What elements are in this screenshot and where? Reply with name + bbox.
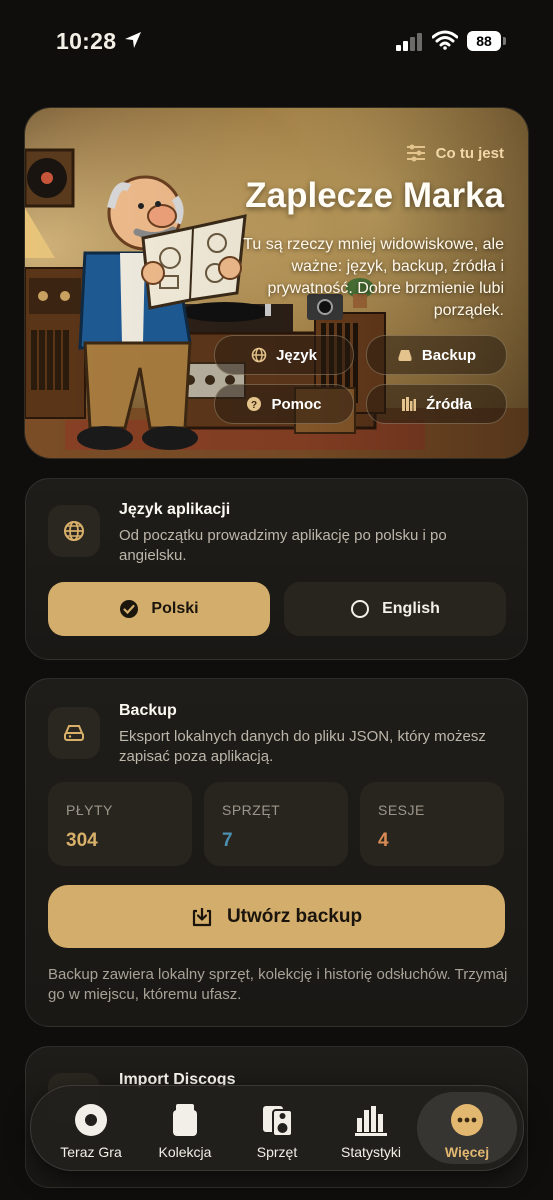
stat-records: PŁYTY 304 bbox=[48, 782, 192, 866]
chip-backup-label: Backup bbox=[421, 346, 477, 364]
backup-card-icon-tile bbox=[48, 707, 100, 759]
stat-sessions-value: 4 bbox=[378, 830, 389, 851]
download-tray-icon bbox=[192, 907, 212, 926]
tab-equipment[interactable]: Sprzęt bbox=[229, 1092, 325, 1164]
battery-level: 88 bbox=[467, 31, 501, 51]
battery-icon: 88 bbox=[467, 31, 507, 51]
chip-help[interactable]: ? Pomoc bbox=[214, 384, 354, 424]
tab-more[interactable]: Więcej bbox=[417, 1092, 517, 1164]
location-arrow-icon bbox=[125, 32, 141, 48]
tab-statistics[interactable]: Statystyki bbox=[323, 1092, 419, 1164]
language-option-polish[interactable]: Polski bbox=[48, 582, 270, 636]
tab-bar: Teraz Gra Kolekcja Sprzęt Statystyki Wię… bbox=[30, 1085, 524, 1171]
hero-hint[interactable]: Co tu jest bbox=[406, 144, 504, 162]
chip-language[interactable]: Język bbox=[214, 335, 354, 375]
language-card-description: Od początku prowadzimy aplikację po pols… bbox=[119, 527, 447, 564]
globe-icon bbox=[251, 347, 267, 363]
clock: 10:28 bbox=[56, 28, 117, 54]
stat-records-label: PŁYTY bbox=[66, 802, 113, 818]
tab-statistics-label: Statystyki bbox=[341, 1144, 401, 1160]
stat-equipment-label: SPRZĘT bbox=[222, 802, 281, 818]
language-card-icon-tile bbox=[48, 505, 100, 557]
stat-sessions-label: SESJE bbox=[378, 802, 425, 818]
backup-card: Backup Eksport lokalnych danych do pliku… bbox=[25, 678, 528, 1027]
svg-text:?: ? bbox=[251, 400, 257, 411]
tab-collection[interactable]: Kolekcja bbox=[137, 1092, 233, 1164]
status-bar: 10:28 88 bbox=[0, 0, 553, 80]
language-card-title: Język aplikacji bbox=[119, 501, 231, 518]
hero-hint-label: Co tu jest bbox=[435, 144, 504, 162]
create-backup-button[interactable]: Utwórz backup bbox=[48, 885, 505, 948]
backup-card-title: Backup bbox=[119, 702, 177, 719]
sliders-icon bbox=[406, 144, 425, 162]
backup-note: Backup zawiera lokalny sprzęt, kolekcję … bbox=[48, 966, 508, 1003]
speaker-icon bbox=[263, 1106, 293, 1137]
record-icon bbox=[75, 1104, 107, 1136]
stat-sessions: SESJE 4 bbox=[360, 782, 504, 866]
language-option-english[interactable]: English bbox=[284, 582, 506, 636]
chip-backup[interactable]: Backup bbox=[366, 335, 507, 375]
hero-description: Tu są rzeczy mniej widowiskowe, ale ważn… bbox=[243, 236, 504, 319]
globe-icon bbox=[64, 521, 84, 541]
drive-icon bbox=[398, 350, 412, 361]
more-icon bbox=[451, 1104, 483, 1136]
question-icon: ? bbox=[247, 397, 262, 411]
tab-equipment-label: Sprzęt bbox=[256, 1144, 298, 1160]
crate-icon bbox=[173, 1104, 197, 1136]
bars-icon bbox=[355, 1106, 387, 1136]
tab-now-playing[interactable]: Teraz Gra bbox=[43, 1092, 139, 1164]
chip-sources[interactable]: Źródła bbox=[366, 384, 507, 424]
tab-now-playing-label: Teraz Gra bbox=[60, 1144, 122, 1160]
books-icon bbox=[402, 397, 417, 411]
stat-equipment-value: 7 bbox=[222, 830, 233, 851]
hero-banner: Co tu jest Zaplecze Marka Tu są rzeczy m… bbox=[25, 108, 528, 458]
empty-circle-icon bbox=[351, 600, 370, 618]
hero-title: Zaplecze Marka bbox=[245, 176, 504, 215]
wifi-icon bbox=[432, 30, 458, 50]
cellular-signal-icon bbox=[396, 33, 422, 51]
tab-collection-label: Kolekcja bbox=[158, 1144, 212, 1160]
tab-more-label: Więcej bbox=[444, 1144, 490, 1160]
chip-help-label: Pomoc bbox=[271, 395, 322, 413]
check-circle-icon bbox=[120, 600, 139, 618]
stat-equipment: SPRZĘT 7 bbox=[204, 782, 348, 866]
chip-sources-label: Źródła bbox=[426, 395, 472, 413]
backup-card-description: Eksport lokalnych danych do pliku JSON, … bbox=[119, 728, 486, 765]
chip-language-label: Język bbox=[276, 346, 317, 364]
stat-records-value: 304 bbox=[66, 830, 98, 851]
create-backup-label: Utwórz backup bbox=[226, 905, 363, 927]
language-card: Język aplikacji Od początku prowadzimy a… bbox=[25, 478, 528, 660]
language-option-polish-label: Polski bbox=[151, 600, 199, 617]
drive-icon bbox=[64, 725, 84, 741]
language-option-english-label: English bbox=[382, 600, 440, 617]
